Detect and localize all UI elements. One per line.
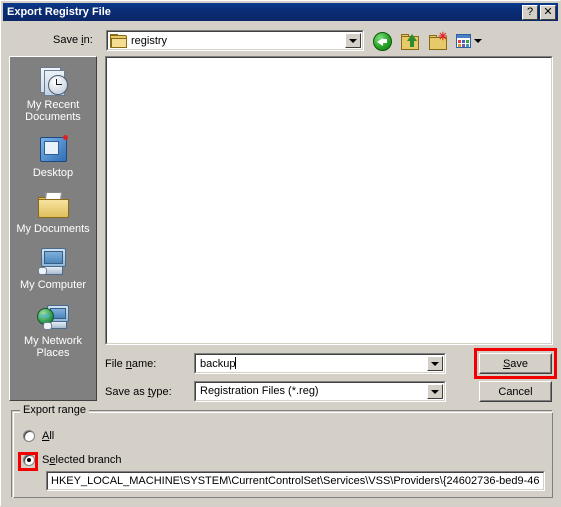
- chevron-down-icon: [349, 38, 357, 43]
- places-item-label: My Documents: [16, 223, 90, 235]
- file-name-dropdown-arrow[interactable]: [427, 356, 443, 371]
- help-button[interactable]: ?: [522, 4, 538, 20]
- radio-selected-branch-indicator[interactable]: [23, 454, 35, 466]
- places-item-label: My Recent Documents: [25, 99, 81, 123]
- places-item-my-recent-documents[interactable]: My Recent Documents: [10, 65, 96, 123]
- back-arrow-icon: [372, 31, 392, 51]
- window-title: Export Registry File: [7, 6, 111, 18]
- save-as-type-dropdown-arrow[interactable]: [427, 384, 443, 399]
- chevron-down-icon: [431, 361, 439, 366]
- close-icon[interactable]: ✕: [540, 4, 556, 20]
- title-bar[interactable]: Export Registry File ? ✕: [3, 3, 558, 21]
- new-folder-icon: ✳: [428, 31, 448, 50]
- back-button[interactable]: [371, 31, 393, 52]
- places-item-desktop[interactable]: Desktop: [10, 133, 96, 179]
- export-registry-file-dialog: Export Registry File ? ✕ Save in: regist…: [0, 0, 561, 507]
- save-in-combobox[interactable]: registry: [106, 30, 364, 51]
- save-in-label: Save in:: [53, 34, 93, 46]
- save-as-type-value: Registration Files (*.reg): [200, 385, 319, 397]
- save-as-type-combobox[interactable]: Registration Files (*.reg): [194, 381, 446, 402]
- desktop-icon: [36, 133, 70, 165]
- save-as-type-label: Save as type:: [105, 386, 172, 398]
- up-folder-icon: [400, 33, 420, 50]
- chevron-down-icon: [431, 389, 439, 394]
- my-computer-icon: [36, 245, 70, 277]
- places-item-my-documents[interactable]: My Documents: [10, 189, 96, 235]
- radio-selected-branch-label: Selected branch: [42, 454, 122, 466]
- places-item-my-computer[interactable]: My Computer: [10, 245, 96, 291]
- file-name-input[interactable]: backup: [194, 353, 446, 374]
- file-list-view[interactable]: [105, 56, 553, 345]
- views-button[interactable]: [455, 31, 483, 52]
- folder-icon: [110, 34, 127, 48]
- cancel-button-label: Cancel: [498, 385, 533, 398]
- text-caret: [235, 357, 237, 369]
- cancel-button[interactable]: Cancel: [479, 381, 552, 402]
- export-range-legend: Export range: [20, 404, 89, 416]
- radio-all-label: All: [42, 430, 55, 442]
- save-in-value: registry: [131, 34, 168, 47]
- radio-all[interactable]: All: [23, 430, 54, 442]
- selected-branch-path-value: HKEY_LOCAL_MACHINE\SYSTEM\CurrentControl…: [51, 475, 540, 487]
- places-item-my-network-places[interactable]: My Network Places: [10, 301, 96, 359]
- save-button-label: Save: [502, 357, 529, 370]
- file-name-value: backup: [200, 357, 237, 370]
- up-one-level-button[interactable]: [399, 31, 421, 52]
- radio-all-indicator[interactable]: [23, 430, 35, 442]
- file-name-label: File name:: [105, 358, 157, 370]
- recent-documents-icon: [36, 65, 70, 97]
- create-new-folder-button[interactable]: ✳: [427, 31, 449, 52]
- file-list-bevel: [106, 57, 552, 344]
- radio-selected-branch[interactable]: Selected branch: [23, 454, 122, 466]
- save-in-dropdown-arrow[interactable]: [345, 33, 361, 48]
- save-button[interactable]: Save: [479, 353, 552, 374]
- places-bar: My Recent Documents Desktop My Documents…: [9, 56, 97, 401]
- places-item-label: Desktop: [32, 167, 74, 179]
- my-network-places-icon: [36, 301, 70, 333]
- places-item-label: My Computer: [19, 279, 87, 291]
- places-item-label: My Network Places: [23, 335, 83, 359]
- selected-branch-path-input[interactable]: HKEY_LOCAL_MACHINE\SYSTEM\CurrentControl…: [46, 471, 545, 491]
- chevron-down-icon: [474, 39, 482, 43]
- my-documents-icon: [36, 189, 70, 221]
- dialog-toolbar: ✳: [371, 30, 483, 52]
- views-icon: [456, 34, 471, 48]
